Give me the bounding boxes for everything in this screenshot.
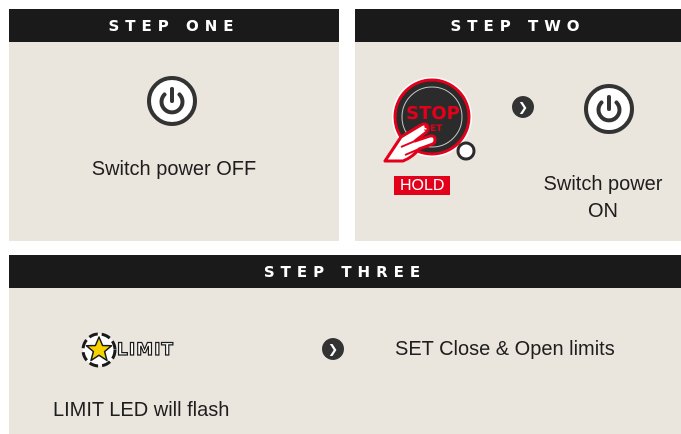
- limit-led-star-icon: [81, 332, 117, 368]
- step-one-panel: STEP ONE Switch power OFF: [9, 9, 339, 241]
- hold-badge: HOLD: [394, 176, 451, 195]
- step-three-header: STEP THREE: [9, 255, 681, 288]
- power-icon: [584, 84, 634, 134]
- step-two-text-line2: ON: [588, 200, 618, 222]
- power-icon: [147, 76, 197, 126]
- set-label: SET: [423, 124, 443, 134]
- chevron-right-icon: ❯: [512, 96, 534, 118]
- step-two-panel: STEP TWO STOP SET HOLD ❯ Switch power ON: [355, 9, 681, 241]
- step-two-header: STEP TWO: [355, 9, 681, 42]
- set-limits-instruction: SET Close & Open limits: [395, 338, 615, 360]
- step-two-text-line1: Switch power: [543, 173, 663, 195]
- step-one-header: STEP ONE: [9, 9, 339, 42]
- step-one-text: Switch power OFF: [91, 158, 257, 180]
- limit-label: LIMIT: [116, 339, 174, 360]
- chevron-right-icon: ❯: [322, 338, 344, 360]
- stop-label: STOP: [406, 103, 460, 124]
- limit-led-note: LIMIT LED will flash: [53, 399, 230, 421]
- step-three-panel: STEP THREE LIMIT ❯ SET Close & Open limi…: [9, 255, 681, 434]
